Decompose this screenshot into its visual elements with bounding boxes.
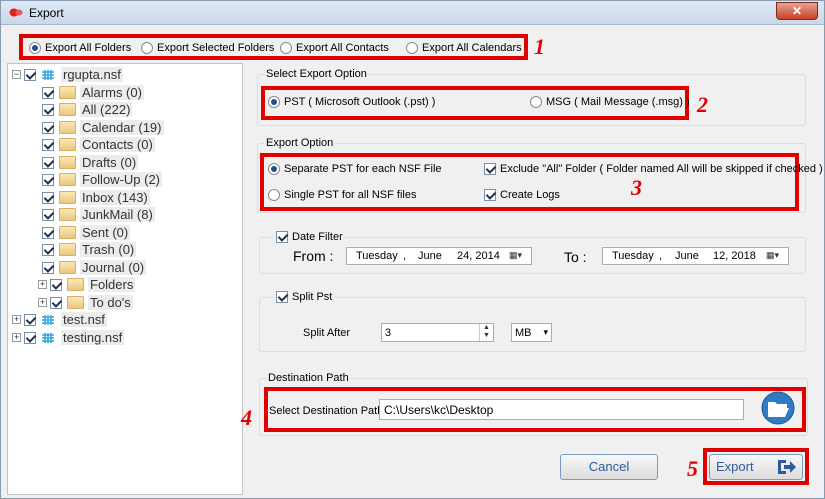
tree-folder[interactable]: + Folders [38, 276, 136, 293]
database-icon [42, 332, 54, 343]
tree-folder[interactable]: Inbox (143) [42, 189, 150, 206]
export-button[interactable]: Export [709, 454, 803, 480]
expand-icon[interactable]: + [12, 333, 21, 343]
radio-export-all-folders[interactable]: Export All Folders [29, 42, 131, 55]
title-bar: Export ✕ [1, 1, 824, 25]
window-title: Export [29, 6, 64, 20]
annotation-number: 5 [687, 456, 698, 481]
cancel-button[interactable]: Cancel [560, 454, 658, 480]
split-after-label: Split After [303, 327, 351, 339]
tree-checkbox[interactable] [24, 68, 36, 81]
tree-folder[interactable]: All (222) [42, 101, 133, 118]
folder-icon [59, 173, 76, 187]
expand-icon[interactable]: + [38, 280, 47, 290]
folder-icon [59, 208, 76, 222]
tree-folder[interactable]: Calendar (19) [42, 119, 164, 136]
tree-node-nsf[interactable]: + test.nsf [12, 311, 107, 328]
folder-icon [59, 121, 76, 135]
split-pst-checkbox[interactable]: Split Pst [274, 291, 335, 304]
folder-icon [59, 103, 76, 117]
tree-folder[interactable]: Drafts (0) [42, 154, 139, 171]
expand-icon[interactable]: + [38, 298, 47, 308]
close-icon: ✕ [791, 4, 803, 18]
split-unit-select[interactable]: MB ▾ [511, 323, 552, 342]
collapse-icon[interactable]: − [12, 70, 21, 80]
annotation-number: 1 [534, 34, 545, 59]
radio-export-all-contacts[interactable]: Export All Contacts [280, 42, 389, 55]
radio-single-pst[interactable]: Single PST for all NSF files [268, 189, 416, 202]
radio-msg[interactable]: MSG ( Mail Message (.msg) ) [530, 96, 690, 109]
export-window: Export ✕ Export All Folders Export Selec… [0, 0, 825, 499]
tree-folder[interactable]: JunkMail (8) [42, 206, 155, 223]
tree-folder[interactable]: Sent (0) [42, 224, 131, 241]
calendar-dropdown-icon[interactable]: ▦▾ [509, 250, 529, 262]
to-label: To : [564, 249, 587, 265]
folder-icon [67, 296, 84, 310]
tree-folder[interactable]: Alarms (0) [42, 84, 144, 101]
folder-icon [59, 156, 76, 170]
database-icon [42, 314, 54, 325]
folder-icon [59, 261, 76, 275]
close-button[interactable]: ✕ [776, 2, 818, 20]
tree-node-root[interactable]: − rgupta.nsf [12, 66, 123, 83]
expand-icon[interactable]: + [12, 315, 21, 325]
destination-label: Select Destination Path [269, 405, 384, 417]
from-date-picker[interactable]: Tuesday , June 24, 2014 ▦▾ [346, 247, 532, 265]
folder-icon [59, 191, 76, 205]
annotation-number: 4 [241, 405, 252, 430]
folder-icon [59, 86, 76, 100]
folder-icon [59, 226, 76, 240]
tree-node-nsf[interactable]: + testing.nsf [12, 329, 125, 346]
radio-pst[interactable]: PST ( Microsoft Outlook (.pst) ) [268, 96, 435, 109]
tree-folder[interactable]: + To do's [38, 294, 133, 311]
create-logs-checkbox[interactable]: Create Logs [484, 189, 560, 202]
radio-export-selected-folders[interactable]: Export Selected Folders [141, 42, 274, 55]
folder-icon [67, 278, 84, 292]
export-scope-options: Export All Folders Export Selected Folde… [19, 34, 528, 60]
chevron-down-icon: ▾ [543, 327, 548, 337]
exclude-all-checkbox[interactable]: Exclude "All" Folder ( Folder named All … [484, 163, 823, 176]
tree-folder[interactable]: Journal (0) [42, 259, 147, 276]
to-date-picker[interactable]: Tuesday , June 12, 2018 ▦▾ [602, 247, 789, 265]
annotation-box [260, 153, 799, 211]
from-label: From : [293, 248, 334, 264]
tree-folder[interactable]: Follow-Up (2) [42, 171, 163, 188]
browse-folder-icon[interactable] [760, 391, 796, 425]
export-arrow-icon [778, 460, 796, 474]
annotation-number: 3 [631, 175, 642, 200]
database-icon [41, 68, 55, 81]
folder-tree: − rgupta.nsf Alarms (0) All (222) Calenda… [7, 63, 243, 495]
stepper-arrows-icon[interactable]: ▲ ▼ [479, 324, 493, 341]
folder-icon [59, 138, 76, 152]
annotation-number: 2 [697, 92, 708, 117]
app-logo-icon [9, 8, 23, 17]
radio-export-all-calendars[interactable]: Export All Calendars [406, 42, 522, 55]
tree-folder[interactable]: Trash (0) [42, 241, 137, 258]
tree-folder[interactable]: Contacts (0) [42, 136, 155, 153]
destination-path-input[interactable]: C:\Users\kc\Desktop [379, 399, 744, 420]
split-size-stepper[interactable]: 3 ▲ ▼ [381, 323, 494, 342]
radio-separate-pst[interactable]: Separate PST for each NSF File [268, 163, 442, 176]
calendar-dropdown-icon[interactable]: ▦▾ [766, 250, 786, 262]
folder-icon [59, 243, 76, 257]
date-filter-checkbox[interactable]: Date Filter [274, 231, 345, 244]
